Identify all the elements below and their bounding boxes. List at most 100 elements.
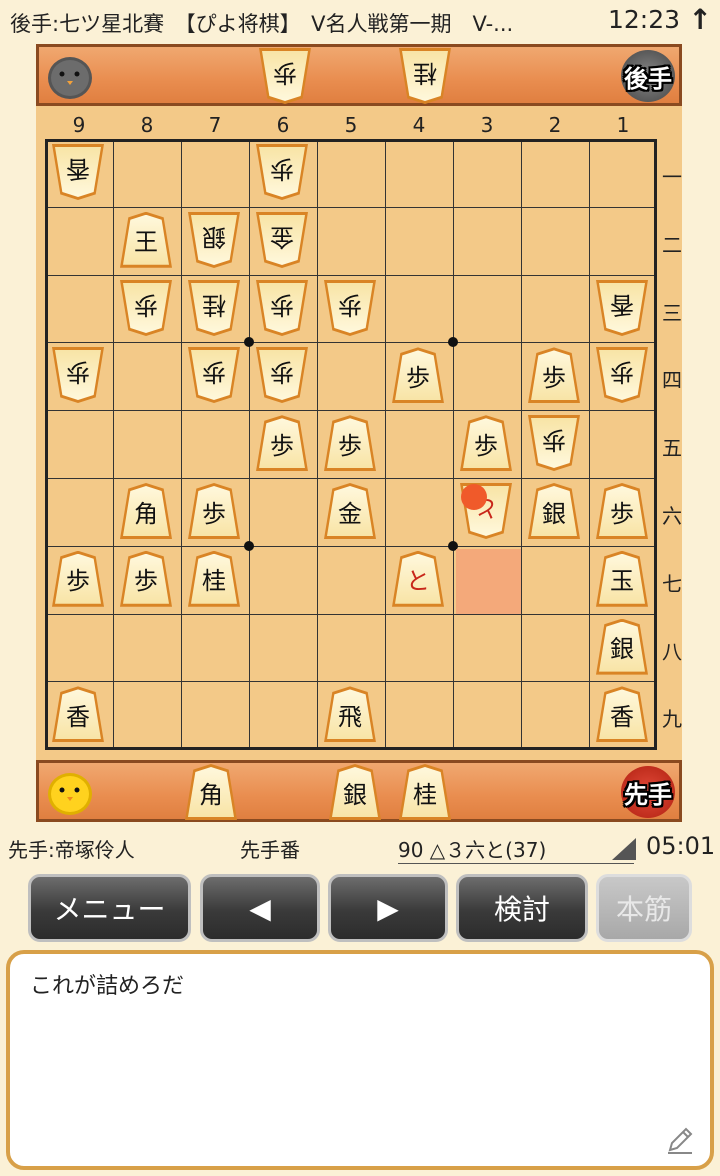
rank-label: 七 bbox=[662, 571, 682, 596]
grid-line bbox=[48, 478, 654, 479]
piece-label: 歩 bbox=[123, 283, 169, 333]
sente-chick-avatar-icon bbox=[48, 773, 92, 815]
game-clock: 05:01 bbox=[646, 832, 716, 860]
arrow-up-icon[interactable]: ↑ bbox=[689, 3, 712, 36]
board-piece[interactable]: 歩 bbox=[256, 144, 308, 200]
grid-line bbox=[48, 274, 654, 276]
turn-label: 先手番 bbox=[240, 838, 300, 862]
grid-line bbox=[589, 142, 590, 747]
board-piece[interactable]: 銀 bbox=[528, 483, 580, 539]
file-label: 7 bbox=[208, 113, 222, 137]
dropdown-corner-icon[interactable] bbox=[612, 838, 636, 860]
board-piece[interactable]: 歩 bbox=[596, 483, 648, 539]
comment-text: これが詰めろだ bbox=[30, 974, 185, 999]
rank-label: 五 bbox=[662, 436, 682, 461]
prev-move-button[interactable]: ◀ bbox=[200, 874, 320, 942]
sente-hand-piece[interactable]: 角 bbox=[185, 764, 237, 820]
board-piece[interactable]: 歩 bbox=[392, 347, 444, 404]
board-piece[interactable]: 歩 bbox=[256, 415, 308, 472]
board-piece[interactable]: 歩 bbox=[324, 415, 376, 472]
file-label: 6 bbox=[276, 113, 290, 137]
grid-line bbox=[48, 545, 654, 547]
board-piece[interactable]: 香 bbox=[52, 144, 104, 200]
piece-label: 歩 bbox=[327, 283, 373, 333]
star-point bbox=[244, 337, 254, 348]
grid-line bbox=[48, 681, 654, 683]
piece-label: 香 bbox=[599, 283, 645, 333]
gote-hand-bar: 歩 桂 後手 bbox=[36, 44, 682, 106]
piece-label: 歩 bbox=[259, 283, 305, 333]
board-piece[interactable]: 銀 bbox=[596, 618, 648, 675]
analyze-button[interactable]: 検討 bbox=[456, 874, 588, 942]
grid-line bbox=[453, 142, 454, 747]
board-piece[interactable]: 銀 bbox=[188, 212, 240, 268]
rank-label: 九 bbox=[662, 707, 682, 732]
rank-label: 三 bbox=[662, 300, 682, 325]
status-bar: 後手:七ツ星北賽 【ぴよ将棋】 V名人戦第一期 V-... 12:23 ↑ bbox=[0, 0, 720, 44]
gote-badge: 後手 bbox=[621, 50, 675, 102]
board-piece[interactable]: 香 bbox=[596, 686, 648, 743]
next-move-button[interactable]: ▶ bbox=[328, 874, 448, 942]
rank-label: 一 bbox=[662, 165, 682, 189]
pencil-edit-icon[interactable] bbox=[664, 1124, 696, 1156]
file-label: 5 bbox=[344, 113, 358, 137]
board-piece[interactable]: 金 bbox=[324, 483, 376, 539]
board-piece[interactable]: 王 bbox=[120, 211, 172, 268]
last-move-marker bbox=[461, 484, 487, 510]
board-piece[interactable]: 香 bbox=[52, 686, 104, 743]
sente-badge: 先手 bbox=[621, 766, 675, 818]
star-point bbox=[448, 337, 458, 348]
board-piece[interactable]: 歩 bbox=[324, 280, 376, 336]
game-title: 後手:七ツ星北賽 【ぴよ将棋】 V名人戦第一期 V-... bbox=[10, 12, 514, 36]
file-label: 4 bbox=[412, 113, 426, 137]
grid-line bbox=[385, 142, 386, 747]
board-piece[interactable]: と bbox=[392, 550, 444, 607]
file-label: 8 bbox=[140, 113, 154, 137]
file-label: 3 bbox=[480, 113, 494, 137]
move-highlight-square bbox=[456, 548, 521, 614]
rank-label: 四 bbox=[662, 368, 682, 393]
board-piece[interactable]: 玉 bbox=[596, 550, 648, 607]
board-piece[interactable]: 角 bbox=[120, 483, 172, 539]
grid-line bbox=[48, 206, 654, 208]
grid-line bbox=[48, 613, 654, 615]
board-piece[interactable]: 金 bbox=[256, 212, 308, 268]
board-piece[interactable]: 飛 bbox=[324, 686, 376, 743]
board-piece[interactable]: 歩 bbox=[460, 415, 512, 472]
grid-line bbox=[48, 342, 654, 344]
board-piece[interactable]: 歩 bbox=[528, 347, 580, 404]
clock-time: 12:23 bbox=[607, 5, 680, 34]
file-label: 2 bbox=[548, 113, 562, 137]
board-piece[interactable]: 歩 bbox=[120, 550, 172, 607]
board-piece[interactable]: 桂 bbox=[188, 280, 240, 336]
gote-hand-piece[interactable]: 桂 bbox=[399, 48, 451, 104]
rank-label: 八 bbox=[662, 639, 682, 664]
board-piece[interactable]: 歩 bbox=[596, 347, 648, 403]
board-piece[interactable]: 歩 bbox=[120, 280, 172, 336]
board-piece[interactable]: 歩 bbox=[188, 483, 240, 539]
board-piece[interactable]: 歩 bbox=[188, 347, 240, 403]
board-piece[interactable]: 香 bbox=[596, 280, 648, 336]
grid-line bbox=[113, 142, 114, 747]
board-piece[interactable]: 歩 bbox=[52, 550, 104, 607]
board-piece[interactable]: 桂 bbox=[188, 550, 240, 607]
sente-hand-piece[interactable]: 銀 bbox=[329, 764, 381, 820]
board-piece[interactable]: 歩 bbox=[256, 347, 308, 403]
grid-line bbox=[181, 142, 182, 747]
rank-label: 六 bbox=[662, 504, 682, 528]
gote-hand-piece[interactable]: 歩 bbox=[259, 48, 311, 104]
gote-chick-avatar-icon bbox=[48, 57, 92, 99]
grid-line bbox=[317, 142, 318, 747]
board-piece[interactable]: 歩 bbox=[256, 280, 308, 336]
grid-line bbox=[521, 142, 522, 747]
sente-hand-piece[interactable]: 桂 bbox=[399, 764, 451, 820]
comment-box[interactable]: これが詰めろだ bbox=[6, 950, 714, 1170]
menu-button[interactable]: メニュー bbox=[28, 874, 191, 942]
star-point bbox=[244, 540, 254, 551]
piece-label: 桂 bbox=[191, 283, 237, 333]
mainline-button: 本筋 bbox=[596, 874, 692, 942]
current-move-selector[interactable]: 90 △３六と(37) bbox=[398, 834, 634, 864]
board-piece[interactable]: 歩 bbox=[528, 415, 580, 471]
board-piece[interactable]: 歩 bbox=[52, 347, 104, 403]
file-label: 9 bbox=[72, 113, 86, 137]
